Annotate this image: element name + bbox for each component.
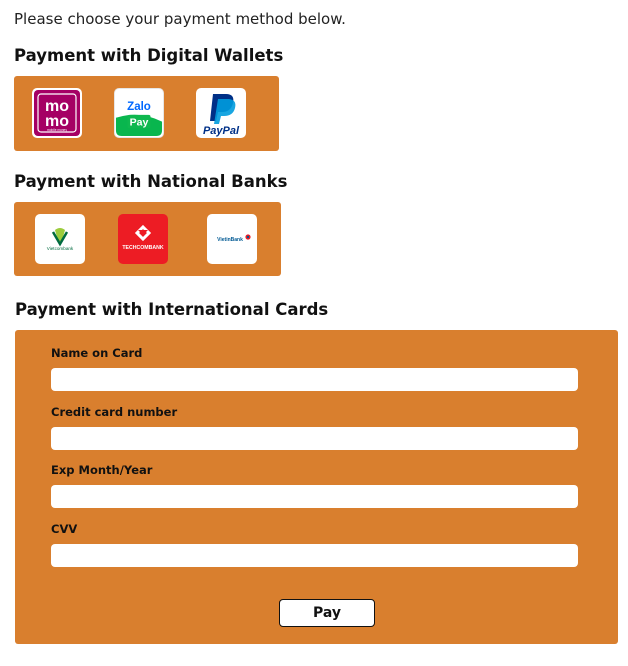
international-cards-title: Payment with International Cards (15, 300, 329, 319)
vietcombank-logo-icon: Vietcombank (47, 228, 74, 251)
svg-text:Vietcombank: Vietcombank (47, 246, 74, 251)
name-on-card-input[interactable] (51, 368, 578, 391)
momo-wallet-option[interactable]: mo mo mobile money (32, 88, 82, 138)
vietinbank-option[interactable]: VietinBank (207, 214, 257, 264)
name-on-card-label: Name on Card (51, 346, 143, 360)
techcombank-logo-icon: TECHCOMBANK (122, 224, 164, 251)
national-banks-panel: Vietcombank TECHCOMBANK VietinBank (14, 202, 281, 276)
svg-text:mobile money: mobile money (47, 128, 67, 132)
national-banks-title: Payment with National Banks (14, 172, 288, 191)
vietcombank-option[interactable]: Vietcombank (35, 214, 85, 264)
cvv-label: CVV (51, 522, 78, 536)
zalopay-logo-icon: Zalo Pay (115, 89, 163, 137)
exp-month-year-input[interactable] (51, 485, 578, 508)
paypal-wallet-option[interactable]: PayPal (196, 88, 246, 138)
paypal-logo-icon: PayPal (203, 94, 240, 137)
svg-text:Pay: Pay (130, 116, 149, 128)
svg-text:TECHCOMBANK: TECHCOMBANK (122, 245, 163, 251)
vietinbank-logo-icon: VietinBank (217, 234, 251, 243)
svg-text:PayPal: PayPal (203, 125, 240, 137)
svg-text:Zalo: Zalo (127, 101, 151, 113)
payment-intro: Please choose your payment method below. (14, 10, 346, 28)
zalopay-wallet-option[interactable]: Zalo Pay (114, 88, 164, 138)
svg-text:VietinBank: VietinBank (217, 237, 243, 243)
card-number-label: Credit card number (51, 405, 178, 419)
cvv-input[interactable] (51, 544, 578, 567)
techcombank-option[interactable]: TECHCOMBANK (118, 214, 168, 264)
digital-wallets-panel: mo mo mobile money Zalo Pay PayPal (14, 76, 279, 151)
momo-logo-icon: mo mo mobile money (34, 90, 80, 136)
pay-button[interactable]: Pay (279, 599, 375, 627)
digital-wallets-title: Payment with Digital Wallets (14, 46, 284, 65)
card-payment-form: Name on Card Credit card number Exp Mont… (15, 330, 618, 644)
card-number-input[interactable] (51, 427, 578, 450)
exp-month-year-label: Exp Month/Year (51, 463, 153, 477)
